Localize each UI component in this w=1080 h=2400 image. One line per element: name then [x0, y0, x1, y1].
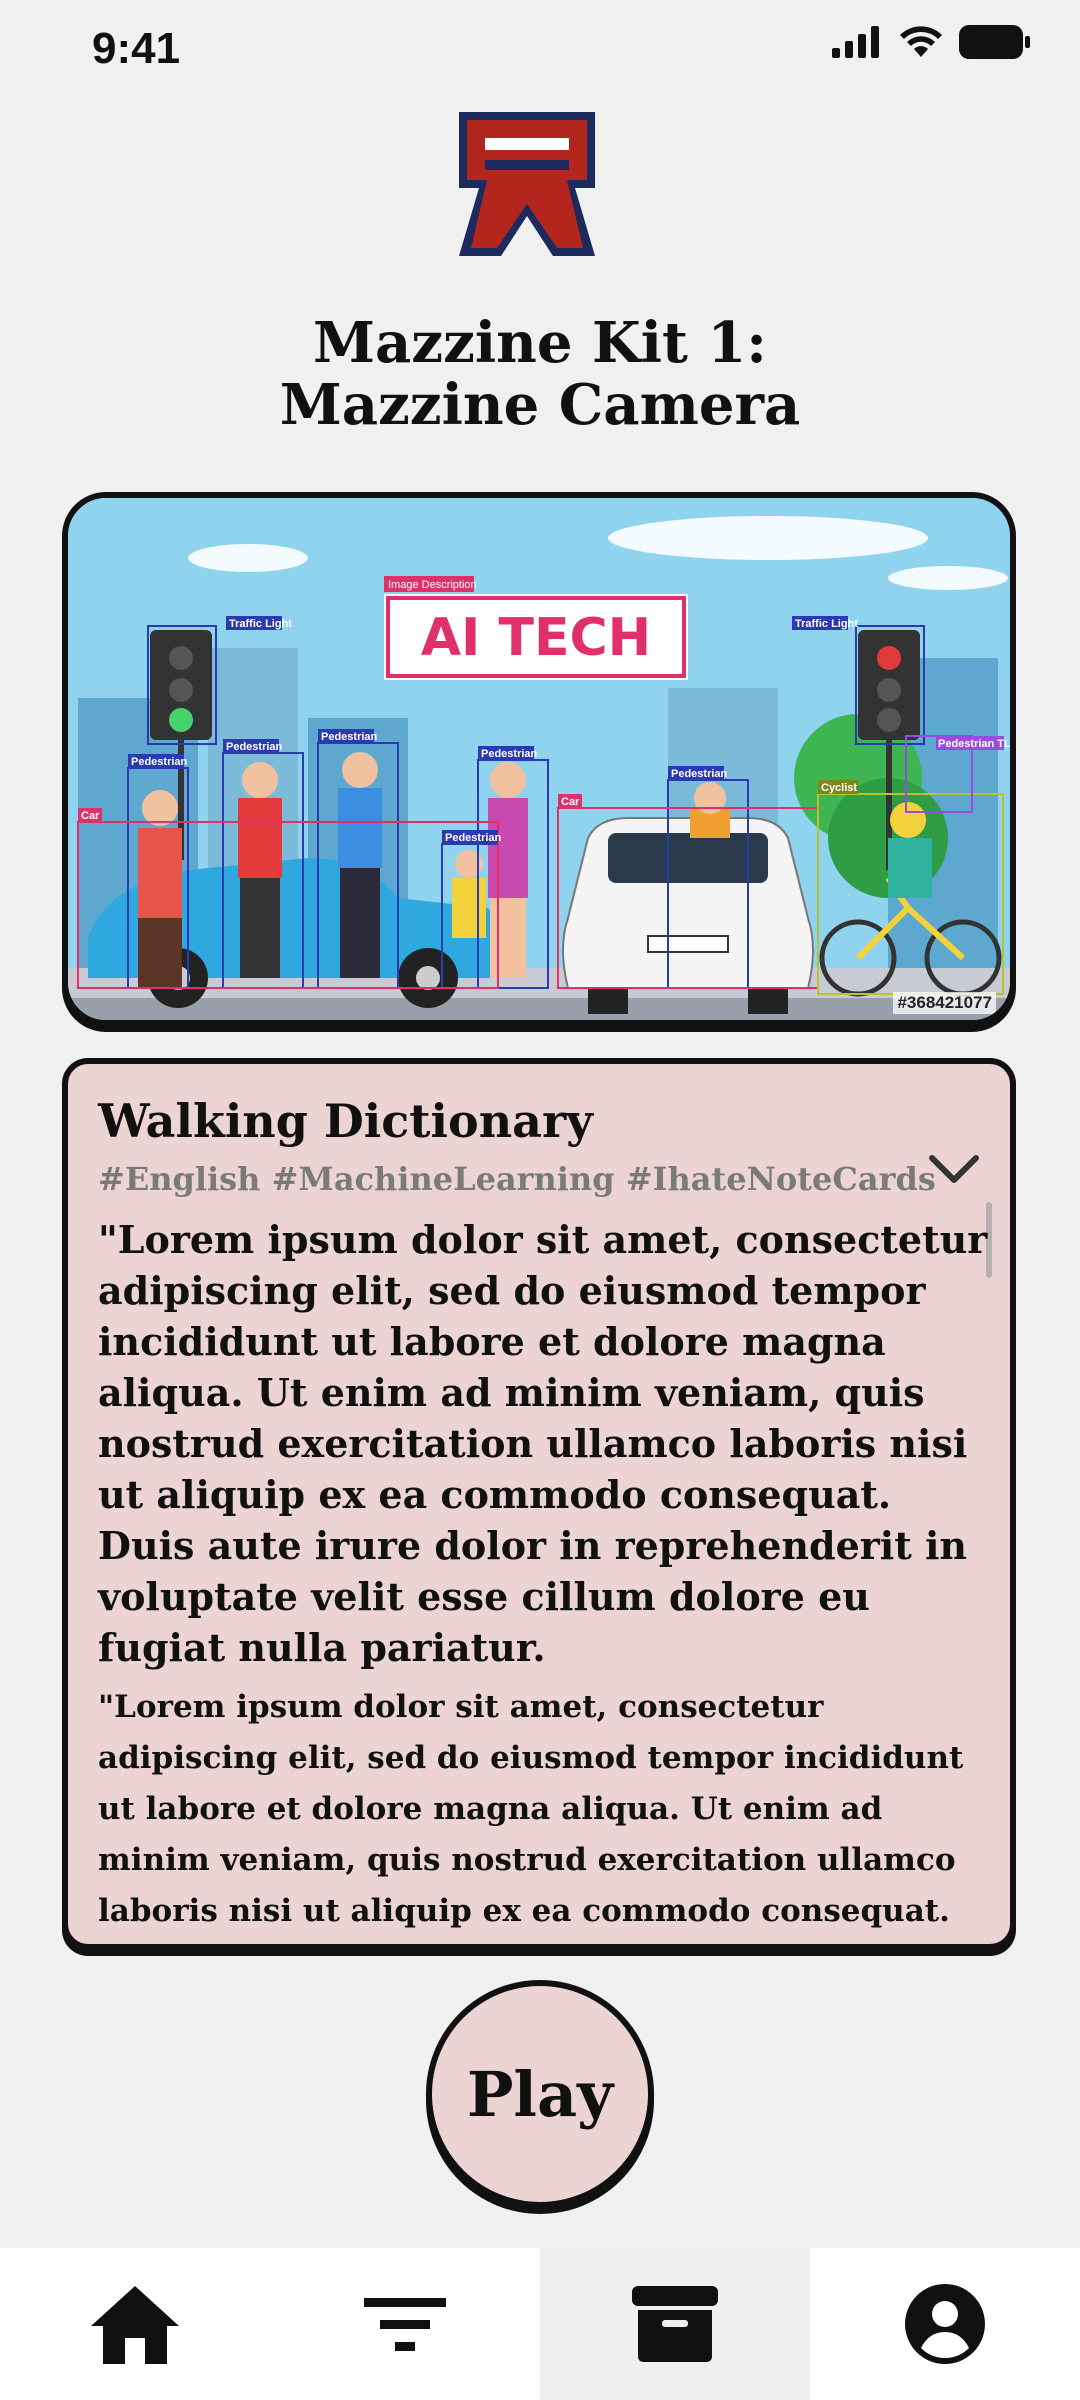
detection-label: Pedestrian — [671, 768, 728, 780]
stock-id: #368421077 — [893, 992, 996, 1014]
status-time: 9:41 — [92, 24, 181, 73]
bottom-nav — [0, 2248, 1080, 2400]
detection-label: Pedestrian — [445, 832, 502, 844]
street-scene-illustration: Image Description AI TECH Traffic Light … — [68, 498, 1010, 1020]
status-icons — [832, 24, 1032, 60]
detection-label: Cyclist — [821, 782, 857, 794]
nav-filter[interactable] — [270, 2248, 540, 2400]
page-title-line1: Mazzine Kit 1: — [313, 310, 767, 376]
play-button[interactable]: Play — [426, 1980, 654, 2208]
nav-home[interactable] — [0, 2248, 270, 2400]
dictionary-example: "Lorem ipsum dolor sit amet, consectetur… — [98, 1689, 964, 1929]
detection-label: Pedestrian — [481, 748, 538, 760]
chevron-down-icon[interactable] — [926, 1150, 982, 1190]
detection-label: Traffic Light — [229, 618, 292, 630]
app-logo — [455, 108, 599, 260]
detection-label: Pedestrian TL — [938, 738, 1010, 750]
dictionary-title: Walking Dictionary — [98, 1094, 593, 1148]
detection-label: Traffic Light — [795, 618, 858, 630]
wifi-icon — [900, 26, 942, 57]
dictionary-definition: "Lorem ipsum dolor sit amet, consectetur… — [98, 1217, 988, 1670]
cellular-signal-icon — [832, 26, 879, 58]
page-title: Mazzine Kit 1: Mazzine Camera — [140, 312, 940, 436]
banner-text: AI TECH — [421, 608, 651, 668]
detection-label: Pedestrian — [226, 741, 283, 753]
nav-archive[interactable] — [540, 2248, 810, 2400]
filter-icon — [364, 2298, 446, 2351]
home-icon — [91, 2286, 179, 2364]
archive-icon — [632, 2286, 718, 2362]
dictionary-tags: #English #MachineLearning #IhateNoteCard… — [98, 1160, 936, 1198]
detection-label: Car — [81, 810, 100, 822]
status-bar: 9:41 — [0, 0, 1080, 100]
account-icon — [905, 2284, 985, 2364]
nav-account[interactable] — [810, 2248, 1080, 2400]
detection-label: Pedestrian — [321, 731, 378, 743]
banner-label: Image Description — [388, 579, 477, 591]
battery-icon — [959, 25, 1030, 59]
detection-label: Pedestrian — [131, 756, 188, 768]
walking-dictionary-card: Walking Dictionary #English #MachineLear… — [62, 1058, 1016, 1950]
detection-label: Car — [561, 796, 580, 808]
page-title-line2: Mazzine Camera — [279, 372, 801, 438]
camera-image-card[interactable]: Image Description AI TECH Traffic Light … — [62, 492, 1016, 1026]
